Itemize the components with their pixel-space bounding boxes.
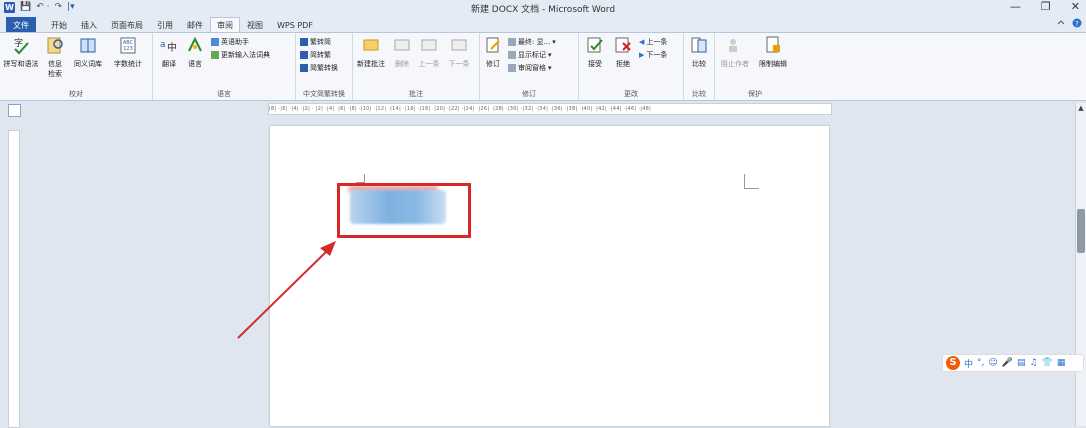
ime-punctuation-icon[interactable]: °,	[977, 358, 984, 368]
ime-skin-icon[interactable]: ♫	[1030, 358, 1038, 368]
sogou-logo-icon[interactable]: S	[946, 356, 960, 370]
ime-menu-icon[interactable]: ▦	[1057, 358, 1066, 368]
ime-chinese-mode[interactable]: 中	[964, 357, 973, 370]
scroll-up-icon[interactable]: ▲	[1077, 104, 1085, 112]
ime-voice-icon[interactable]: 🎤	[1002, 358, 1013, 368]
vertical-scrollbar[interactable]: ▲	[1075, 103, 1086, 426]
ime-keyboard-icon[interactable]: ▤	[1017, 358, 1026, 368]
annotation-arrow	[237, 241, 336, 339]
ime-toolbar: S 中 °, ☺ 🎤 ▤ ♫ 👕 ▦	[942, 354, 1084, 372]
scrollbar-thumb[interactable]	[1077, 209, 1085, 253]
ime-emoji-icon[interactable]: ☺	[988, 358, 997, 368]
ime-shirt-icon[interactable]: 👕	[1042, 358, 1053, 368]
